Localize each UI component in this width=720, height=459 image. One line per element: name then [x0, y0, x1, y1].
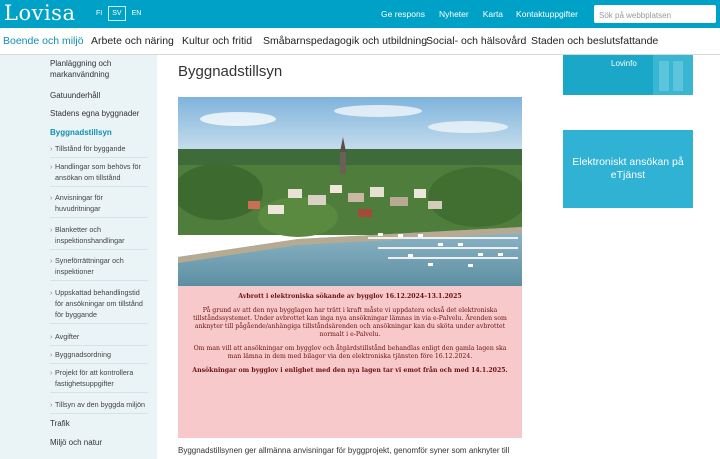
main-navigation: Boende och miljö Arbete och näring Kultu…: [0, 28, 720, 55]
hero-image: [178, 97, 522, 286]
utility-links: Ge respons Nyheter Karta Kontaktuppgifte…: [381, 9, 578, 19]
nav-staden-och-beslutsfattande[interactable]: Staden och beslutsfattande: [531, 35, 658, 47]
top-bar: Lovisa FI SV EN Ge respons Nyheter Karta…: [0, 0, 720, 28]
intro-text: Byggnadstillsynen ger allmänna anvisning…: [178, 446, 510, 455]
sidebar-item-gatuunderhall[interactable]: Gatuunderhåll: [50, 90, 150, 101]
page-title: Byggnadstillsyn: [178, 63, 283, 80]
lovinfo-banner[interactable]: Lovinfo: [563, 55, 693, 95]
sidebar-subitem-tillstand[interactable]: Tillstånd för byggande: [50, 143, 148, 158]
sidebar-subitem-anvisningar[interactable]: Anvisningar för huvudritningar: [50, 192, 148, 218]
map-link[interactable]: Karta: [483, 9, 503, 19]
sidebar-subitem-handlingar[interactable]: Handlingar som behövs för ansökan om til…: [50, 161, 148, 187]
sidebar-subitem-blanketter[interactable]: Blanketter och inspektionshandlingar: [50, 224, 148, 250]
notice-title: Avbrott i elektroniska sökande av bygglo…: [238, 293, 462, 300]
feedback-link[interactable]: Ge respons: [381, 9, 425, 19]
nav-arbete-och-naring[interactable]: Arbete och näring: [91, 35, 174, 47]
sidebar-subitem-fastighetsuppgifter[interactable]: Projekt för att kontrollera fastighetsup…: [50, 367, 148, 393]
search-input[interactable]: [594, 6, 716, 25]
eservice-button[interactable]: Elektroniskt ansökan på eTjänst: [563, 130, 693, 208]
sidebar-subitem-behandlingstid[interactable]: Uppskattad behandlingstid för ansökninga…: [50, 287, 148, 324]
notice-paragraph-3: Ansökningar om bygglov i enlighet med de…: [192, 367, 508, 374]
sidebar-navigation: Planläggning och markanvändning Gatuunde…: [0, 55, 157, 459]
sidebar-item-stadens-byggnader[interactable]: Stadens egna byggnader: [50, 108, 150, 119]
nav-smabarnspedagogik[interactable]: Småbarnspedagogik och utbildning: [263, 35, 427, 47]
sidebar-item-planlaggning[interactable]: Planläggning och markanvändning: [50, 58, 150, 80]
sidebar-item-miljo-och-natur[interactable]: Miljö och natur: [50, 437, 150, 448]
sidebar-subitem-avgifter[interactable]: Avgifter: [50, 331, 148, 346]
notice-paragraph-2: Om man vill att ansökningar om bygglov o…: [193, 345, 507, 360]
sidebar-item-byggnadstillsyn[interactable]: Byggnadstillsyn: [50, 127, 150, 138]
service-break-notice: Avbrott i elektroniska sökande av bygglo…: [178, 286, 522, 438]
sidebar-item-trafik[interactable]: Trafik: [50, 418, 150, 429]
nav-boende-och-miljo[interactable]: Boende och miljö: [3, 35, 84, 47]
site-logo[interactable]: Lovisa: [4, 1, 75, 25]
sidebar-subitem-byggnadsordning[interactable]: Byggnadsordning: [50, 349, 148, 364]
nav-social-och-halsovard[interactable]: Social- och hälsovård: [426, 35, 526, 47]
lang-sv[interactable]: SV: [108, 6, 126, 21]
sidebar-subitem-syneforrattningar[interactable]: Syneförrättningar och inspektioner: [50, 255, 148, 281]
nav-kultur-och-fritid[interactable]: Kultur och fritid: [182, 35, 252, 47]
search-box: [594, 5, 716, 25]
news-link[interactable]: Nyheter: [439, 9, 469, 19]
notice-paragraph-1: På grund av att den nya bygglagen har tr…: [193, 307, 507, 338]
eservice-label: Elektroniskt ansökan på eTjänst: [572, 156, 684, 181]
language-switcher: FI SV EN: [92, 6, 145, 21]
lang-fi[interactable]: FI: [92, 6, 106, 21]
lang-en[interactable]: EN: [128, 6, 146, 21]
contact-link[interactable]: Kontaktuppgifter: [516, 9, 578, 19]
sidebar-subitem-tillsyn[interactable]: Tillsyn av den byggda miljön: [50, 399, 148, 414]
lovinfo-label: Lovinfo: [611, 59, 637, 68]
